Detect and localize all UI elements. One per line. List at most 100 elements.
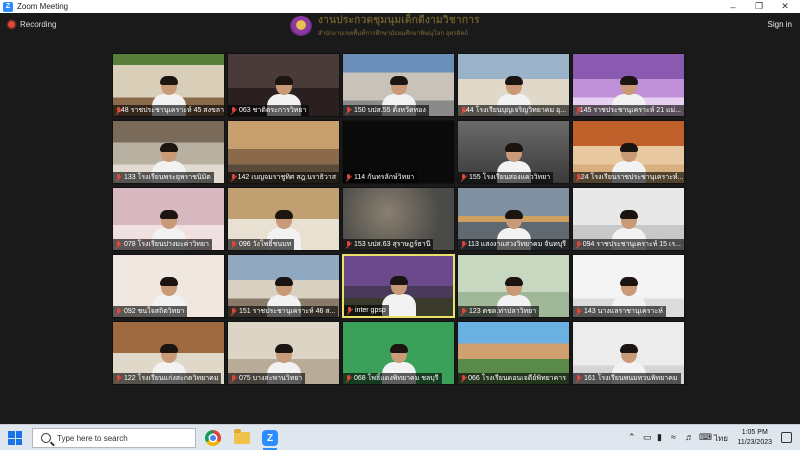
- recording-label: Recording: [20, 20, 57, 29]
- taskbar-search[interactable]: Type here to search: [32, 428, 196, 448]
- muted-mic-icon: [115, 307, 122, 316]
- participant-tile[interactable]: 145 ราชประชานุเคราะห์ 21 แม่...: [572, 53, 685, 117]
- muted-mic-icon: [575, 240, 581, 249]
- participant-name-label: 096 วังโพธิ์ชนบท: [228, 239, 295, 250]
- keyboard-icon[interactable]: ⌨: [699, 432, 712, 443]
- participant-name: 155 โรงเรียนสองแคววิทยา: [469, 174, 551, 181]
- participant-name-label: 148 ราชประชานุเคราะห์ 45 สงขลา: [113, 105, 224, 116]
- participant-tile[interactable]: 096 วังโพธิ์ชนบท: [227, 187, 340, 251]
- muted-mic-icon: [345, 374, 352, 383]
- zoom-taskbar-icon[interactable]: Z: [262, 430, 278, 450]
- muted-mic-icon: [575, 374, 582, 383]
- meeting-banner: งานประกวดชุมนุมเด็กดีงามวิชาการ สำนักงาน…: [290, 13, 520, 38]
- participant-tile[interactable]: 078 โรงเรียนปางมะค่าวิทยา: [112, 187, 225, 251]
- participant-name: 114 กันทรลักษ์วิทยา: [354, 174, 415, 181]
- participant-name-label: 066 โรงเรียนดอนเจดีย์พิทยาคาร: [458, 373, 569, 384]
- participant-name: 063 ชาติตระการวิทยา: [239, 107, 307, 114]
- participant-name-label: inter gpsp: [344, 305, 389, 316]
- recording-indicator[interactable]: Recording: [8, 20, 56, 29]
- muted-mic-icon: [460, 307, 467, 316]
- participant-tile[interactable]: 153 บปส.63 สุราษฎร์ธานี: [342, 187, 455, 251]
- participant-name-label: 145 ราชประชานุเคราะห์ 21 แม่...: [573, 105, 684, 116]
- participant-name-label: 161 โรงเรียนพนมทวนพิทยาคม: [573, 373, 681, 384]
- muted-mic-icon: [115, 240, 122, 249]
- participant-name-label: 153 บปส.63 สุราษฎร์ธานี: [343, 239, 434, 250]
- wifi-icon[interactable]: ≈: [671, 432, 676, 442]
- participant-name: 153 บปส.63 สุราษฎร์ธานี: [354, 241, 431, 248]
- chrome-icon[interactable]: [205, 430, 221, 446]
- participant-tile[interactable]: 092 ชนใจสถิตวิทยา: [112, 254, 225, 318]
- participant-name: 144 โรงเรียนบุญเจริญวิทยาคม อุ...: [462, 107, 567, 114]
- participant-tile[interactable]: 161 โรงเรียนพนมทวนพิทยาคม: [572, 321, 685, 385]
- participant-name-label: 142 เบญจมราชูทิศ สฎ.นราธิวาส: [228, 172, 339, 183]
- windows-taskbar: Type here to search Z ⌃ ▭ ▮ ≈ ♬ ⌨ ไทย 1:…: [0, 424, 800, 450]
- volume-icon[interactable]: ♬: [685, 432, 694, 442]
- clock-date: 11/23/2023: [737, 439, 772, 446]
- participant-name: 151 ราชประชานุเคราะห์ 46 ส...: [239, 308, 336, 315]
- muted-mic-icon: [115, 173, 122, 182]
- muted-mic-icon: [230, 374, 237, 383]
- muted-mic-icon: [575, 307, 582, 316]
- participant-tile[interactable]: 066 โรงเรียนดอนเจดีย์พิทยาคาร: [457, 321, 570, 385]
- participant-tile[interactable]: 144 โรงเรียนบุญเจริญวิทยาคม อุ...: [457, 53, 570, 117]
- participant-name: 094 ราชประชานุเคราะห์ 15 เร...: [582, 241, 681, 248]
- muted-mic-icon: [115, 374, 122, 383]
- emblem-icon: [290, 15, 312, 36]
- muted-mic-icon: [345, 240, 352, 249]
- participant-tile[interactable]: 124 โรงเรียนราชประชานุเคราะห์...: [572, 120, 685, 184]
- participant-tile[interactable]: 143 นางแลราชานุเคราะห์: [572, 254, 685, 318]
- window-title: Zoom Meeting: [17, 2, 69, 11]
- participant-tile[interactable]: 123 ตชด.ท่าปลาวิทยา: [457, 254, 570, 318]
- windows-start-icon[interactable]: [8, 431, 22, 445]
- participant-tile[interactable]: 068 โพธิ์แดงพิทยาคม ชลบุรี: [342, 321, 455, 385]
- participant-name: 124 โรงเรียนราชประชานุเคราะห์...: [577, 174, 684, 181]
- participant-name-label: 063 ชาติตระการวิทยา: [228, 105, 310, 116]
- participant-tile[interactable]: 142 เบญจมราชูทิศ สฎ.นราธิวาส: [227, 120, 340, 184]
- close-button[interactable]: ✕: [772, 0, 798, 13]
- participant-name: 148 ราชประชานุเคราะห์ 45 สงขลา: [117, 107, 224, 114]
- participant-tile[interactable]: 133 โรงเรียนพระยุพราชนิมิต: [112, 120, 225, 184]
- muted-mic-icon: [230, 106, 237, 115]
- participant-name-label: 150 บปส.55 ตั้งหวัดทอง: [343, 105, 429, 116]
- participant-tile[interactable]: 150 บปส.55 ตั้งหวัดทอง: [342, 53, 455, 117]
- participant-name: 145 ราชประชานุเคราะห์ 21 แม่...: [579, 107, 681, 114]
- participant-name-label: 094 ราชประชานุเคราะห์ 15 เร...: [573, 239, 684, 250]
- file-explorer-icon[interactable]: [234, 429, 250, 444]
- participant-tile[interactable]: 063 ชาติตระการวิทยา: [227, 53, 340, 117]
- participant-name: 078 โรงเรียนปางมะค่าวิทยา: [124, 241, 209, 248]
- participant-tile[interactable]: 151 ราชประชานุเคราะห์ 46 ส...: [227, 254, 340, 318]
- participant-name: 122 โรงเรียนแก่งสะกดวิทยาคม: [124, 375, 219, 382]
- participant-tile[interactable]: 094 ราชประชานุเคราะห์ 15 เร...: [572, 187, 685, 251]
- search-icon: [41, 433, 51, 443]
- participant-name: 096 วังโพธิ์ชนบท: [239, 241, 292, 248]
- participant-tile[interactable]: 075 บางสะพานวิทยา: [227, 321, 340, 385]
- minimize-button[interactable]: –: [720, 0, 746, 13]
- system-clock[interactable]: 1:05 PM 11/23/2023: [737, 428, 772, 448]
- participant-tile[interactable]: 113 แสงงาแสวงวิทยาคม จันทบุรี: [457, 187, 570, 251]
- participant-tile[interactable]: 122 โรงเรียนแก่งสะกดวิทยาคม: [112, 321, 225, 385]
- participant-name-label: 155 โรงเรียนสองแคววิทยา: [458, 172, 554, 183]
- participant-tile[interactable]: 148 ราชประชานุเคราะห์ 45 สงขลา: [112, 53, 225, 117]
- participant-name: 123 ตชด.ท่าปลาวิทยา: [469, 308, 537, 315]
- sign-in-button[interactable]: Sign in: [768, 20, 792, 29]
- language-indicator[interactable]: ไทย: [714, 432, 728, 445]
- participant-name-label: 078 โรงเรียนปางมะค่าวิทยา: [113, 239, 212, 250]
- notification-icon[interactable]: [781, 432, 792, 443]
- participant-name: 143 นางแลราชานุเคราะห์: [584, 308, 663, 315]
- chevron-up-icon[interactable]: ⌃: [628, 432, 636, 443]
- clock-time: 1:05 PM: [741, 429, 768, 436]
- participant-name-label: 123 ตชด.ท่าปลาวิทยา: [458, 306, 540, 317]
- muted-mic-icon: [460, 374, 466, 383]
- participant-name-label: 114 กันทรลักษ์วิทยา: [343, 172, 418, 183]
- participant-name: 150 บปส.55 ตั้งหวัดทอง: [354, 107, 426, 114]
- battery-icon[interactable]: ▮: [657, 432, 662, 443]
- participant-tile[interactable]: 114 กันทรลักษ์วิทยา: [342, 120, 455, 184]
- maximize-button[interactable]: ❐: [746, 0, 772, 13]
- meet-now-icon[interactable]: ▭: [643, 432, 652, 443]
- gallery-view: 148 ราชประชานุเคราะห์ 45 สงขลา 063 ชาติตร…: [112, 53, 685, 385]
- participant-name: 133 โรงเรียนพระยุพราชนิมิต: [124, 174, 211, 181]
- participant-tile[interactable]: inter gpsp: [342, 254, 455, 318]
- participant-name-label: 124 โรงเรียนราชประชานุเคราะห์...: [573, 172, 684, 183]
- participant-tile[interactable]: 155 โรงเรียนสองแคววิทยา: [457, 120, 570, 184]
- participant-name: 075 บางสะพานวิทยา: [239, 375, 303, 382]
